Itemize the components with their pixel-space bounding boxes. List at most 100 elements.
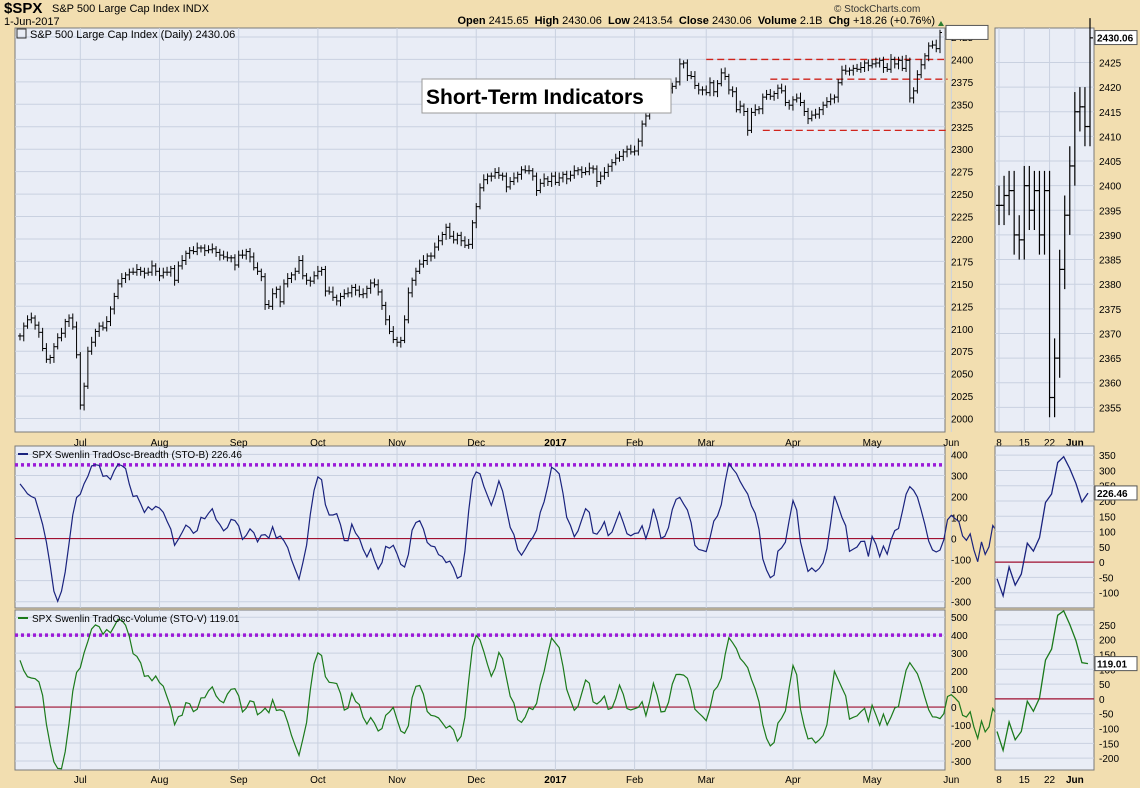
month-label-bottom: Apr	[785, 775, 801, 786]
sto-b-tick-label: 0	[951, 535, 957, 546]
month-label-bottom: Sep	[230, 775, 248, 786]
month-label: Apr	[785, 438, 801, 449]
sto-b-tick-label: 400	[951, 450, 968, 461]
price-tick-label: 2275	[951, 168, 974, 179]
side-tick-label: -100	[1099, 589, 1119, 600]
side-week-label-bottom: 15	[1019, 775, 1031, 786]
annotation-text: Short-Term Indicators	[426, 86, 644, 109]
sto-b-tick-label: 200	[951, 492, 968, 503]
side-tick-label: 250	[1099, 621, 1116, 632]
month-label-bottom: May	[863, 775, 882, 786]
month-label: 2017	[544, 438, 567, 449]
month-label-bottom: Dec	[467, 775, 485, 786]
side-tick-label: -50	[1099, 710, 1114, 721]
side-panel-2	[994, 609, 1095, 771]
sto-v-tick-label: -200	[951, 739, 971, 750]
month-label-bottom: Jul	[74, 775, 87, 786]
price-tick-label: 2200	[951, 235, 974, 246]
sto-v-tick-label: 500	[951, 613, 968, 624]
side-tick-label: 100	[1099, 528, 1116, 539]
side-tick-label: 0	[1099, 558, 1105, 569]
month-label-bottom: Feb	[626, 775, 644, 786]
month-label: Nov	[388, 438, 406, 449]
month-label: Aug	[151, 438, 169, 449]
side-tick-label: 2405	[1099, 157, 1122, 168]
sto-b-title: SPX Swenlin TradOsc-Breadth (STO-B) 226.…	[32, 450, 242, 461]
month-label: Oct	[310, 438, 326, 449]
sto-v-title: SPX Swenlin TradOsc-Volume (STO-V) 119.0…	[32, 614, 240, 625]
side-week-label-bottom: 8	[996, 775, 1002, 786]
sto-v-tick-label: -300	[951, 757, 971, 768]
side-value-text: 226.46	[1097, 489, 1128, 500]
month-label: Sep	[230, 438, 248, 449]
side-value-text: 119.01	[1097, 660, 1127, 671]
price-tick-label: 2250	[951, 190, 974, 201]
side-tick-label: 50	[1099, 680, 1111, 691]
side-tick-label: 200	[1099, 636, 1116, 647]
side-tick-label: -150	[1099, 739, 1119, 750]
month-label: Mar	[698, 438, 716, 449]
month-label-bottom: Aug	[151, 775, 169, 786]
month-label: Jul	[74, 438, 87, 449]
month-label-bottom: Mar	[698, 775, 716, 786]
side-tick-label: 2410	[1099, 132, 1122, 143]
month-label: Jun	[943, 438, 959, 449]
month-label: May	[863, 438, 882, 449]
price-tick-label: 2225	[951, 213, 974, 224]
sto-v-tick-label: 300	[951, 649, 968, 660]
side-tick-label: -50	[1099, 573, 1114, 584]
side-tick-label: 2395	[1099, 206, 1122, 217]
price-tick-label: 2375	[951, 78, 974, 89]
month-label: Feb	[626, 438, 644, 449]
chart-page: $SPX S&P 500 Large Cap Index INDX 1-Jun-…	[0, 0, 1140, 788]
side-tick-label: 2390	[1099, 231, 1122, 242]
side-tick-label: 2400	[1099, 182, 1122, 193]
price-tick-label: 2075	[951, 347, 974, 358]
price-tick-label: 2325	[951, 123, 974, 134]
side-tick-label: -100	[1099, 725, 1119, 736]
side-tick-label: 0	[1099, 695, 1105, 706]
price-tick-label: 2350	[951, 100, 974, 111]
sto-v-tick-label: 400	[951, 631, 968, 642]
month-label-bottom: 2017	[544, 775, 567, 786]
side-tick-label: 2425	[1099, 58, 1122, 69]
side-tick-label: 2385	[1099, 256, 1122, 267]
up-arrow-marker	[938, 21, 944, 26]
sto-b-tick-label: -200	[951, 577, 971, 588]
price-value-tag-bg	[945, 24, 989, 40]
side-tick-label: 350	[1099, 451, 1116, 462]
sto-v-tick-label: 200	[951, 667, 968, 678]
sto-v-tick-label: 100	[951, 685, 968, 696]
side-value-text: 2430.06	[1097, 34, 1134, 45]
month-label-bottom: Jun	[943, 775, 959, 786]
side-tick-label: 2370	[1099, 329, 1122, 340]
sto-b-tick-label: 300	[951, 471, 968, 482]
price-tick-label: 2300	[951, 145, 974, 156]
side-tick-label: 2420	[1099, 83, 1122, 94]
side-tick-label: 150	[1099, 512, 1116, 523]
sto-b-tick-label: -300	[951, 598, 971, 609]
side-tick-label: 2365	[1099, 354, 1122, 365]
price-tick-label: 2050	[951, 370, 974, 381]
sto-v-tick-label: -100	[951, 721, 971, 732]
chart-canvas: 2000202520502075210021252150217522002225…	[14, 18, 1138, 786]
price-tick-label: 2125	[951, 302, 974, 313]
side-tick-label: 2360	[1099, 379, 1122, 390]
side-week-label-bottom: 22	[1044, 775, 1056, 786]
price-tick-label: 2000	[951, 415, 974, 426]
month-label-bottom: Nov	[388, 775, 406, 786]
price-chart-title: S&P 500 Large Cap Index (Daily) 2430.06	[30, 29, 235, 41]
side-tick-label: 300	[1099, 466, 1116, 477]
side-week-label-bottom: Jun	[1066, 775, 1084, 786]
side-tick-label: 2415	[1099, 108, 1122, 119]
side-tick-label: -200	[1099, 754, 1119, 765]
price-tick-label: 2100	[951, 325, 974, 336]
side-tick-label: 2375	[1099, 305, 1122, 316]
side-tick-label: 2355	[1099, 403, 1122, 414]
side-tick-label: 2380	[1099, 280, 1122, 291]
price-tick-label: 2400	[951, 55, 974, 66]
month-label-bottom: Oct	[310, 775, 326, 786]
sto-v-tick-label: 0	[951, 703, 957, 714]
price-tick-label: 2025	[951, 392, 974, 403]
side-tick-label: 50	[1099, 543, 1111, 554]
